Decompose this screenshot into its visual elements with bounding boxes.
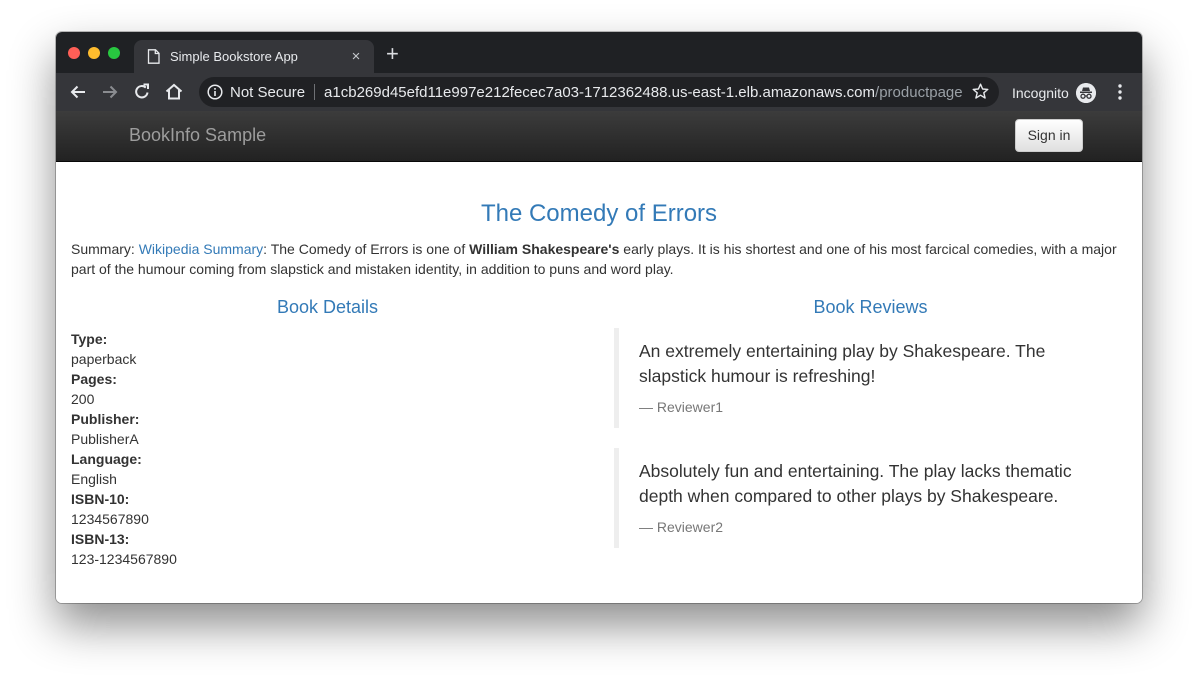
- home-icon[interactable]: [164, 82, 184, 102]
- summary-author: William Shakespeare's: [469, 241, 620, 257]
- review-quote: Absolutely fun and entertaining. The pla…: [614, 448, 1114, 548]
- maximize-window-button[interactable]: [108, 47, 120, 59]
- detail-label: Language:: [71, 451, 142, 467]
- url-path: /productpage: [875, 83, 963, 101]
- document-icon: [147, 49, 160, 64]
- book-reviews-heading: Book Reviews: [813, 297, 928, 317]
- detail-value: PublisherA: [71, 431, 139, 447]
- brand-link[interactable]: BookInfo Sample: [129, 125, 266, 146]
- page-content: The Comedy of Errors Summary: Wikipedia …: [56, 162, 1142, 603]
- address-bar[interactable]: Not Secure a1cb269d45efd11e997e212fecec7…: [199, 77, 999, 107]
- sign-in-button[interactable]: Sign in: [1015, 119, 1083, 152]
- close-tab-icon[interactable]: ×: [348, 48, 364, 65]
- menu-dots-icon[interactable]: [1114, 83, 1126, 101]
- browser-window: Simple Bookstore App × + Not Secure a1cb…: [56, 32, 1142, 603]
- back-arrow-icon[interactable]: [68, 82, 88, 102]
- detail-value: English: [71, 471, 117, 487]
- address-separator: [314, 84, 316, 100]
- incognito-indicator[interactable]: Incognito: [1012, 83, 1096, 103]
- tab-strip: Simple Bookstore App × +: [56, 32, 1142, 73]
- close-window-button[interactable]: [68, 47, 80, 59]
- detail-label: ISBN-13:: [71, 531, 130, 547]
- detail-value: 200: [71, 391, 95, 407]
- incognito-icon: [1075, 83, 1096, 103]
- review-author: — Reviewer1: [639, 399, 724, 415]
- wikipedia-summary-link[interactable]: Wikipedia Summary: [139, 241, 263, 257]
- detail-label: Type:: [71, 331, 108, 347]
- tab-title: Simple Bookstore App: [170, 49, 298, 64]
- forward-arrow-icon[interactable]: [100, 82, 120, 102]
- book-title: The Comedy of Errors: [480, 200, 718, 227]
- book-details-heading: Book Details: [276, 297, 379, 317]
- reload-icon[interactable]: [132, 82, 152, 102]
- detail-label: Pages:: [71, 371, 117, 387]
- summary-mid: : The Comedy of Errors is one of: [263, 241, 470, 257]
- incognito-label: Incognito: [1012, 85, 1069, 101]
- new-tab-button[interactable]: +: [386, 43, 399, 65]
- window-controls: [68, 47, 120, 59]
- detail-label: Publisher:: [71, 411, 140, 427]
- review-quote: An extremely entertaining play by Shakes…: [614, 328, 1114, 428]
- review-text: Absolutely fun and entertaining. The pla…: [639, 461, 1072, 506]
- detail-value: 123-1234567890: [71, 551, 177, 567]
- summary-prefix: Summary:: [71, 241, 139, 257]
- info-icon[interactable]: [207, 84, 223, 100]
- bookmark-star-icon[interactable]: [972, 83, 989, 100]
- browser-toolbar: Not Secure a1cb269d45efd11e997e212fecec7…: [56, 73, 1142, 111]
- minimize-window-button[interactable]: [88, 47, 100, 59]
- detail-value: paperback: [71, 351, 137, 367]
- review-author: — Reviewer2: [639, 519, 724, 535]
- app-navbar: BookInfo Sample Sign in: [56, 111, 1142, 162]
- url-host: a1cb269d45efd11e997e212fecec7a03-1712362…: [324, 83, 876, 101]
- browser-tab[interactable]: Simple Bookstore App ×: [134, 40, 374, 73]
- security-status: Not Secure: [230, 83, 306, 101]
- detail-label: ISBN-10:: [71, 491, 130, 507]
- detail-value: 1234567890: [71, 511, 149, 527]
- book-details-list: Type: paperback Pages: 200 Publisher: Pu…: [71, 329, 177, 569]
- book-summary: Summary: Wikipedia Summary: The Comedy o…: [71, 239, 1131, 279]
- review-text: An extremely entertaining play by Shakes…: [639, 341, 1046, 386]
